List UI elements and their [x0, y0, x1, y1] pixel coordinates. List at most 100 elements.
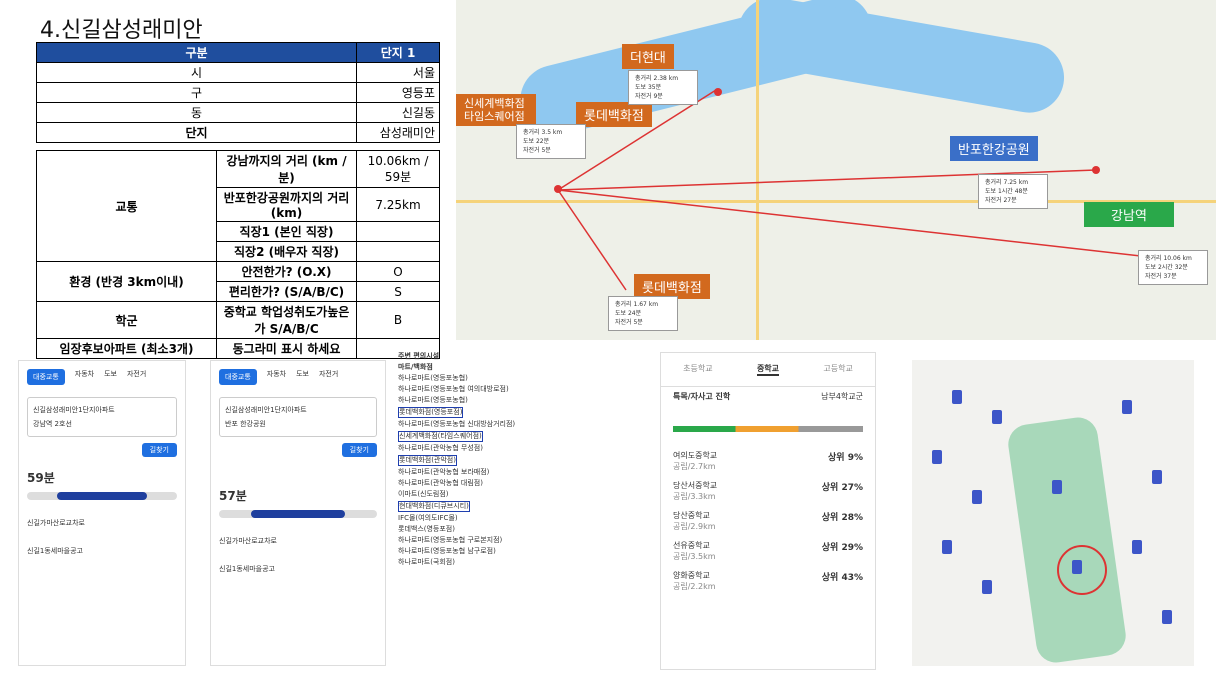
home-pin[interactable] — [554, 185, 562, 193]
shop-item-highlighted[interactable]: 신세계백화점(타임스퀘어점) — [398, 431, 483, 442]
page-title: 4.신길삼성래미안 — [40, 18, 203, 43]
apartment-marker[interactable] — [1072, 560, 1082, 574]
apartment-marker[interactable] — [992, 410, 1002, 424]
distance-popup[interactable]: 총거리 1.67 km 도보 24분 자전거 5분 — [608, 296, 678, 331]
apartment-marker[interactable] — [1162, 610, 1172, 624]
tab-car[interactable]: 자동차 — [267, 369, 286, 385]
label-hyundai: 더현대 — [622, 44, 674, 69]
section-title: 특목/자사고 진학 — [673, 392, 731, 401]
convenience-question: 편리한가? (S/A/B/C) — [216, 281, 357, 302]
apartment-map[interactable] — [912, 360, 1194, 666]
shop-item[interactable]: 하나로마트(국회점) — [390, 557, 656, 568]
find-route-button[interactable]: 길찾기 — [141, 443, 177, 457]
destination-field[interactable]: 반포 한강공원 — [225, 417, 371, 431]
shop-item[interactable]: 하나로마트(관악농협 무성점) — [390, 443, 656, 454]
apartment-marker[interactable] — [952, 390, 962, 404]
distance-popup[interactable]: 총거리 2.38 km 도보 35분 자전거 9분 — [628, 70, 698, 105]
traffic-label: 교통 — [36, 150, 217, 262]
tab-middle[interactable]: 중학교 — [756, 363, 780, 376]
apartment-marker[interactable] — [1152, 470, 1162, 484]
shop-item[interactable]: 하나로마트(영등포농협 남구로점) — [390, 546, 656, 557]
find-route-button[interactable]: 길찾기 — [341, 443, 377, 457]
school-answer: B — [356, 301, 440, 339]
apartment-marker[interactable] — [932, 450, 942, 464]
job2-question: 직장2 (배우자 직장) — [216, 241, 357, 262]
apartment-marker[interactable] — [982, 580, 992, 594]
school-item[interactable]: 당산중학교 공립/2.9km 상위 28% — [661, 506, 875, 536]
shop-item[interactable]: 하나로마트(관악농협 대림점) — [390, 478, 656, 489]
job1-question: 직장1 (본인 직장) — [216, 221, 357, 242]
school-item[interactable]: 당산서중학교 공립/3.3km 상위 27% — [661, 476, 875, 506]
school-item[interactable]: 선유중학교 공립/3.5km 상위 29% — [661, 536, 875, 566]
shop-item[interactable]: 이마트(신도림점) — [390, 489, 656, 500]
row-label: 시 — [36, 62, 357, 83]
shop-item[interactable]: 하나로마트(영등포농협 신대방삼거리점) — [390, 419, 656, 430]
district-label: 남부4학교군 — [821, 392, 863, 401]
destination-field[interactable]: 강남역 2호선 — [33, 417, 171, 431]
shops-category: 마트/백화점 — [398, 363, 433, 371]
apartment-marker[interactable] — [1122, 400, 1132, 414]
shop-item-highlighted[interactable]: 롯데백화점(영등포점) — [398, 407, 464, 418]
apartment-marker[interactable] — [942, 540, 952, 554]
tab-transit[interactable]: 대중교통 — [219, 369, 257, 385]
distance-popup[interactable]: 총거리 3.5 km 도보 22분 자전거 5분 — [516, 124, 586, 159]
tab-bike[interactable]: 자전거 — [127, 369, 146, 385]
school-distance: 공립/3.5km — [673, 552, 716, 561]
route-step[interactable]: 신길1동세마을공고 — [211, 550, 385, 578]
distance-map[interactable]: 더현대 신세계백화점 타임스퀘어점 롯데백화점 반포한강공원 강남역 롯데백화점… — [456, 0, 1216, 340]
tab-walk[interactable]: 도보 — [104, 369, 117, 385]
apartment-marker[interactable] — [972, 490, 982, 504]
tab-car[interactable]: 자동차 — [75, 369, 94, 385]
route-bar-fill — [57, 492, 147, 500]
shop-item-highlighted[interactable]: 현대백화점(디큐브시티) — [398, 501, 470, 512]
route-lines — [557, 89, 1177, 291]
job1-answer — [356, 221, 440, 242]
tab-elementary[interactable]: 초등학교 — [683, 363, 712, 376]
school-name: 여의도중학교 — [673, 451, 718, 460]
shop-item[interactable]: IFC몰(여의도IFC몰) — [390, 513, 656, 524]
tab-transit[interactable]: 대중교통 — [27, 369, 65, 385]
gangnam-answer: 10.06km / 59분 — [356, 150, 440, 188]
school-rank: 상위 29% — [821, 543, 863, 553]
school-item[interactable]: 여의도중학교 공립/2.7km 상위 9% — [661, 446, 875, 476]
shop-item[interactable]: 하나로마트(영등포농협 여의대방로점) — [390, 384, 656, 395]
apartment-label: 임장후보아파트 (최소3개) — [36, 338, 217, 359]
shop-item-highlighted[interactable]: 롯데백화점(관악점) — [398, 455, 457, 466]
route-step[interactable]: 신길가마산로교차로 — [211, 522, 385, 550]
shop-item[interactable]: 하나로마트(영등포농협) — [390, 373, 656, 384]
route-step[interactable]: 신길가마산로교차로 — [19, 504, 185, 532]
school-distance: 공립/2.9km — [673, 522, 716, 531]
tab-high[interactable]: 고등학교 — [823, 363, 852, 376]
route-bar — [27, 492, 177, 500]
school-name: 당산중학교 — [673, 511, 710, 520]
shop-item[interactable]: 롯데백스(영등포점) — [390, 524, 656, 535]
distance-popup[interactable]: 총거리 10.06 km 도보 2시간 32분 자전거 37분 — [1138, 250, 1208, 285]
basic-info-table: 구분 단지 1 시 서울 구 영등포 동 신길동 단지 삼성래미안 — [36, 42, 440, 143]
tab-walk[interactable]: 도보 — [296, 369, 309, 385]
safety-answer: O — [356, 261, 440, 282]
shops-header: 주변 편의시설 — [398, 352, 440, 360]
origin-field[interactable]: 신길삼성래미안1단지아파트 — [33, 403, 171, 417]
row-label: 구 — [36, 82, 357, 103]
distance-popup[interactable]: 총거리 7.25 km 도보 1시간 48분 자전거 27분 — [978, 174, 1048, 209]
shop-item[interactable]: 하나로마트(영등포농협 구로본지점) — [390, 535, 656, 546]
apartment-marker[interactable] — [1052, 480, 1062, 494]
transport-tabs: 대중교통 자동차 도보 자전거 — [211, 361, 385, 393]
row-label: 동 — [36, 102, 357, 123]
total-time: 57분 — [219, 489, 247, 503]
destination-pin[interactable] — [1092, 166, 1100, 174]
tab-bike[interactable]: 자전거 — [319, 369, 338, 385]
school-item[interactable]: 양화중학교 공립/2.2km 상위 43% — [661, 566, 875, 596]
shop-item[interactable]: 하나로마트(관악농협 보라매점) — [390, 467, 656, 478]
destination-pin[interactable] — [714, 88, 722, 96]
school-distance: 공립/2.2km — [673, 582, 716, 591]
route-step[interactable]: 신길1동세마을공고 — [19, 532, 185, 560]
shop-item[interactable]: 하나로마트(영등포농협) — [390, 395, 656, 406]
col-complex: 단지 1 — [356, 42, 440, 63]
row-label: 단지 — [36, 122, 357, 143]
origin-field[interactable]: 신길삼성래미안1단지아파트 — [225, 403, 371, 417]
apartment-note: 동그라미 표시 하세요 — [216, 338, 357, 359]
col-category: 구분 — [36, 42, 357, 63]
apartment-marker[interactable] — [1132, 540, 1142, 554]
row-value: 삼성래미안 — [356, 122, 440, 143]
